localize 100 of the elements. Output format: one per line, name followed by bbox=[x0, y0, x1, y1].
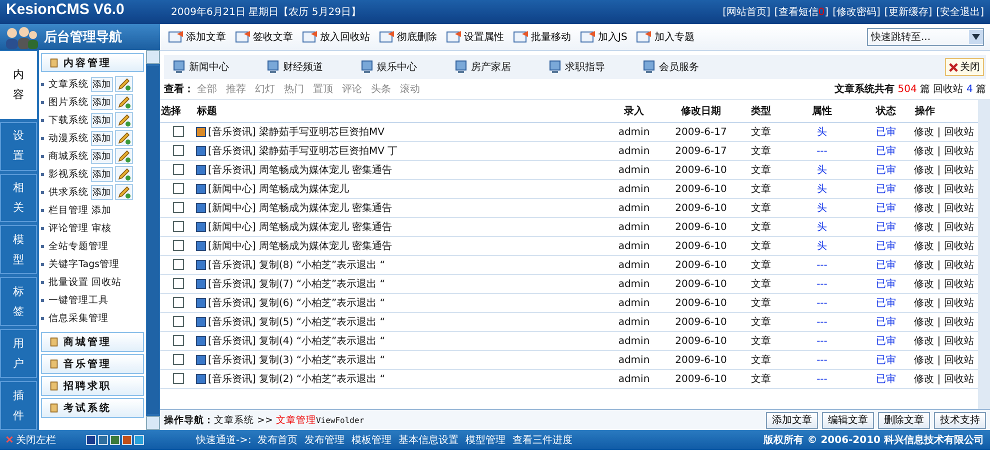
row-checkbox[interactable] bbox=[172, 335, 184, 346]
toolbar-button[interactable]: 添加文章 bbox=[164, 30, 230, 44]
edit-link[interactable]: 修改 bbox=[914, 279, 934, 290]
menu-item[interactable]: 文章系统 bbox=[48, 78, 89, 90]
row-checkbox[interactable] bbox=[172, 183, 184, 194]
edit-button[interactable] bbox=[114, 148, 133, 164]
edit-button[interactable] bbox=[114, 94, 133, 110]
add-button[interactable]: 添加 bbox=[90, 148, 113, 164]
filter-link[interactable]: 头条 bbox=[371, 82, 391, 96]
article-title[interactable]: [新闻中心] 周笔畅成为媒体宠儿 密集通告 bbox=[208, 241, 392, 252]
status-link[interactable]: 已审 bbox=[876, 298, 896, 309]
status-link[interactable]: 已审 bbox=[876, 241, 896, 252]
edit-button[interactable] bbox=[114, 130, 133, 146]
toolbar-button[interactable]: 彻底删除 bbox=[375, 30, 441, 44]
channel-link[interactable]: 房产家居 bbox=[446, 60, 540, 74]
recycle-link[interactable]: 回收站 bbox=[944, 127, 974, 138]
toolbar-button[interactable]: 放入回收站 bbox=[298, 30, 374, 44]
row-checkbox[interactable] bbox=[172, 278, 184, 290]
filter-link[interactable]: 幻灯 bbox=[255, 82, 275, 96]
toolbar-button[interactable]: 加入JS bbox=[576, 30, 632, 44]
recycle-link[interactable]: 回收站 bbox=[944, 146, 974, 157]
close-button[interactable]: 关闭 bbox=[945, 58, 984, 76]
menu-section-header[interactable]: 招聘求职 bbox=[40, 376, 144, 396]
menu-item[interactable]: 影视系统 bbox=[48, 168, 89, 180]
menu-section-header[interactable]: 内容管理 bbox=[40, 53, 144, 72]
header-link[interactable]: [修改密码] bbox=[832, 5, 880, 19]
menu-item[interactable]: 供求系统 bbox=[48, 186, 89, 198]
row-checkbox[interactable] bbox=[172, 354, 184, 366]
sidebar-tab[interactable]: 模型 bbox=[0, 225, 37, 274]
edit-link[interactable]: 修改 bbox=[914, 203, 934, 214]
quick-link[interactable]: 查看三件进度 bbox=[512, 433, 572, 447]
row-checkbox[interactable] bbox=[172, 240, 184, 252]
add-button[interactable]: 添加 bbox=[90, 184, 113, 200]
header-link[interactable]: [更新缓存] bbox=[884, 5, 932, 19]
edit-link[interactable]: 修改 bbox=[914, 146, 934, 157]
status-link[interactable]: 已审 bbox=[876, 355, 896, 366]
article-title[interactable]: [音乐资讯] 复制(6) “小柏芝”表示退出 “ bbox=[208, 298, 386, 309]
edit-link[interactable]: 修改 bbox=[914, 260, 934, 271]
article-title[interactable]: [音乐资讯] 复制(5) “小柏芝”表示退出 “ bbox=[208, 317, 386, 328]
recycle-link[interactable]: 回收站 bbox=[944, 203, 974, 214]
menu-item[interactable]: 下载系统 bbox=[48, 114, 89, 126]
article-title[interactable]: [音乐资讯] 复制(8) “小柏芝”表示退出 “ bbox=[208, 260, 386, 271]
theme-swatch[interactable] bbox=[122, 435, 132, 445]
toolbar-button[interactable]: 设置属性 bbox=[442, 30, 508, 44]
article-title[interactable]: [新闻中心] 周笔畅成为媒体宠儿 bbox=[208, 184, 349, 195]
menu-item[interactable]: 图片系统 bbox=[48, 96, 89, 108]
filter-link[interactable]: 全部 bbox=[197, 82, 217, 96]
status-link[interactable]: 已审 bbox=[876, 203, 896, 214]
quick-link[interactable]: 模板管理 bbox=[351, 433, 392, 447]
menu-section-header[interactable]: 商城管理 bbox=[40, 332, 144, 352]
sidebar-tab[interactable]: 相关 bbox=[0, 174, 37, 222]
channel-link[interactable]: 娱乐中心 bbox=[352, 60, 446, 74]
article-title[interactable]: [音乐资讯] 梁静茹手写亚明芯巨资拍MV bbox=[208, 127, 384, 138]
status-link[interactable]: 已审 bbox=[876, 317, 896, 328]
jump-select[interactable]: 快速跳转至... bbox=[867, 28, 984, 46]
theme-swatch[interactable] bbox=[98, 435, 108, 445]
edit-button[interactable] bbox=[114, 112, 133, 128]
status-link[interactable]: 已审 bbox=[876, 374, 896, 385]
status-link[interactable]: 已审 bbox=[876, 260, 896, 271]
row-checkbox[interactable] bbox=[172, 373, 184, 384]
recycle-link[interactable]: 回收站 bbox=[944, 336, 974, 347]
menu-item[interactable]: 栏目管理 添加 bbox=[48, 204, 112, 216]
edit-link[interactable]: 修改 bbox=[914, 127, 934, 138]
article-title[interactable]: [音乐资讯] 周笔畅成为媒体宠儿 密集通告 bbox=[208, 165, 392, 176]
action-button[interactable]: 编辑文章 bbox=[822, 412, 874, 428]
header-link[interactable]: [查看短信0] bbox=[774, 5, 829, 19]
filter-link[interactable]: 置顶 bbox=[313, 82, 333, 96]
close-sidebar-link[interactable]: 关闭左栏 bbox=[6, 433, 86, 447]
recycle-link[interactable]: 回收站 bbox=[944, 374, 974, 385]
recycle-link[interactable]: 回收站 bbox=[944, 222, 974, 233]
edit-link[interactable]: 修改 bbox=[914, 165, 934, 176]
edit-link[interactable]: 修改 bbox=[914, 298, 934, 309]
article-title[interactable]: [音乐资讯] 复制(4) “小柏芝”表示退出 “ bbox=[208, 336, 386, 347]
toolbar-button[interactable]: 批量移动 bbox=[509, 30, 575, 44]
recycle-link[interactable]: 回收站 bbox=[944, 241, 974, 252]
sidebar-tab[interactable]: 插件 bbox=[0, 381, 37, 430]
recycle-link[interactable]: 回收站 bbox=[944, 355, 974, 366]
filter-link[interactable]: 滚动 bbox=[400, 82, 420, 96]
theme-swatch[interactable] bbox=[86, 435, 96, 445]
toolbar-button[interactable]: 签收文章 bbox=[231, 30, 297, 44]
quick-link[interactable]: 发布首页 bbox=[257, 433, 298, 447]
row-checkbox[interactable] bbox=[172, 259, 184, 270]
quick-link[interactable]: 模型管理 bbox=[465, 433, 506, 447]
recycle-link[interactable]: 回收站 bbox=[944, 184, 974, 195]
article-title[interactable]: [音乐资讯] 梁静茹手写亚明芯巨资拍MV 丁 bbox=[208, 146, 398, 157]
menu-item[interactable]: 一键管理工具 bbox=[48, 294, 109, 306]
article-title[interactable]: [音乐资讯] 复制(7) “小柏芝”表示退出 “ bbox=[208, 279, 386, 290]
sidebar-tab[interactable]: 内容 bbox=[0, 51, 37, 119]
edit-link[interactable]: 修改 bbox=[914, 355, 934, 366]
row-checkbox[interactable] bbox=[172, 221, 184, 232]
scrollbar[interactable] bbox=[146, 50, 160, 430]
recycle-link[interactable]: 回收站 bbox=[944, 279, 974, 290]
quick-link[interactable]: 发布管理 bbox=[304, 433, 344, 447]
add-button[interactable]: 添加 bbox=[90, 166, 113, 182]
add-button[interactable]: 添加 bbox=[90, 130, 113, 146]
article-title[interactable]: [新闻中心] 周笔畅成为媒体宠儿 密集通告 bbox=[208, 222, 392, 233]
row-checkbox[interactable] bbox=[172, 145, 184, 156]
article-title[interactable]: [音乐资讯] 复制(2) “小柏芝”表示退出 “ bbox=[208, 374, 386, 385]
action-button[interactable]: 删除文章 bbox=[878, 412, 930, 428]
filter-link[interactable]: 热门 bbox=[284, 82, 304, 96]
